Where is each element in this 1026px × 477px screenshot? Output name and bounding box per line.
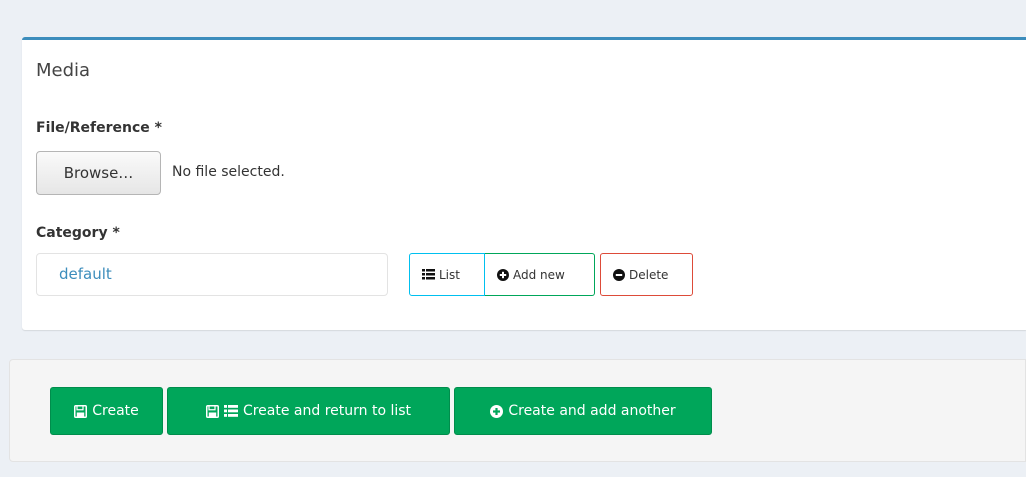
list-icon — [422, 269, 435, 280]
plus-circle-icon — [490, 404, 504, 418]
category-label: Category * — [36, 225, 120, 241]
add-new-button[interactable]: Add new — [485, 253, 595, 296]
category-value: default — [59, 265, 112, 283]
media-box: Media File/Reference * Browse… No file s… — [22, 37, 1026, 330]
list-button[interactable]: List — [409, 253, 485, 296]
create-label: Create — [92, 403, 139, 419]
delete-button[interactable]: Delete — [600, 253, 693, 296]
save-icon — [74, 404, 88, 418]
create-and-return-label: Create and return to list — [242, 403, 412, 419]
file-status-text: No file selected. — [172, 164, 285, 180]
plus-circle-icon — [497, 268, 509, 281]
minus-circle-icon — [613, 268, 625, 281]
box-title: Media — [36, 60, 91, 81]
create-and-return-button[interactable]: Create and return to list — [167, 387, 450, 435]
save-icon — [205, 404, 219, 418]
add-new-label: Add new — [513, 267, 565, 282]
create-button[interactable]: Create — [50, 387, 163, 435]
create-and-add-another-button[interactable]: Create and add another — [454, 387, 712, 435]
browse-button[interactable]: Browse… — [36, 151, 161, 195]
create-and-add-another-label: Create and add another — [508, 403, 676, 419]
category-select[interactable]: default — [36, 253, 388, 296]
delete-label: Delete — [629, 267, 669, 282]
form-actions: Create Create and return to list Create … — [9, 359, 1026, 462]
list-icon — [223, 405, 238, 417]
list-button-label: List — [439, 267, 460, 282]
category-button-group: List Add new Delete — [409, 253, 693, 296]
file-reference-label: File/Reference * — [36, 120, 162, 136]
